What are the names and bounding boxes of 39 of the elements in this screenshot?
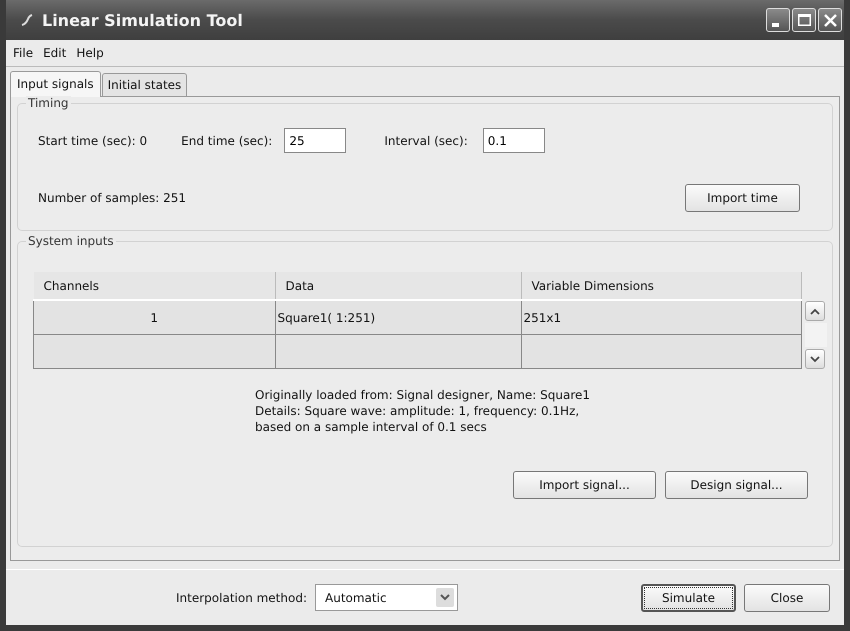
menu-item[interactable]: File — [8, 46, 38, 60]
column-header: Data — [275, 272, 521, 300]
window-title: Linear Simulation Tool — [42, 10, 244, 30]
menu-item[interactable]: Edit — [38, 46, 72, 60]
table-cell: 1 — [34, 300, 275, 334]
group-title: Timing — [26, 96, 71, 110]
column-header: Channels — [34, 272, 275, 300]
close-icon — [824, 14, 836, 26]
table-cell: 251x1 — [521, 300, 801, 334]
scrollbar[interactable] — [804, 301, 826, 369]
minimize-icon — [772, 23, 779, 27]
field-label: Start time (sec): 0 — [38, 134, 148, 148]
tab[interactable]: Initial states — [102, 73, 188, 96]
action-button[interactable]: Close — [744, 584, 830, 612]
field-label: End time (sec): — [181, 134, 272, 148]
samples-label: Number of samples: 251 — [38, 191, 186, 205]
interpolation-dropdown[interactable]: Automatic — [315, 584, 458, 611]
input-field[interactable]: 25 — [284, 128, 346, 153]
action-button[interactable]: Simulate — [641, 584, 736, 612]
info-text: Originally loaded from: Signal designer, Name: Square1 — [255, 387, 592, 403]
info-text: based on a sample interval of 0.1 secs — [255, 419, 488, 435]
signal-button[interactable]: Import signal... — [513, 471, 656, 499]
minimize-button[interactable] — [766, 8, 790, 32]
interpolation-label: Interpolation method: — [176, 590, 307, 604]
group-title: System inputs — [26, 234, 116, 248]
maximize-icon — [798, 14, 810, 26]
close-button[interactable] — [818, 8, 842, 32]
table-cell: Square1( 1:251) — [275, 300, 521, 334]
info-text: Details: Square wave: amplitude: 1, frequency: 0.1Hz, — [255, 403, 580, 419]
signal-button[interactable]: Design signal... — [665, 471, 808, 499]
menu-item[interactable]: Help — [71, 46, 109, 60]
column-header: Variable Dimensions — [521, 272, 801, 300]
input-field[interactable]: 0.1 — [482, 128, 545, 153]
field-label: Interval (sec): — [384, 134, 468, 148]
chevron-down-icon — [440, 594, 450, 601]
maximize-button[interactable] — [792, 8, 816, 32]
app-icon — [20, 13, 34, 27]
import-time-button[interactable]: Import time — [685, 184, 800, 212]
tab[interactable]: Input signals — [10, 71, 101, 97]
